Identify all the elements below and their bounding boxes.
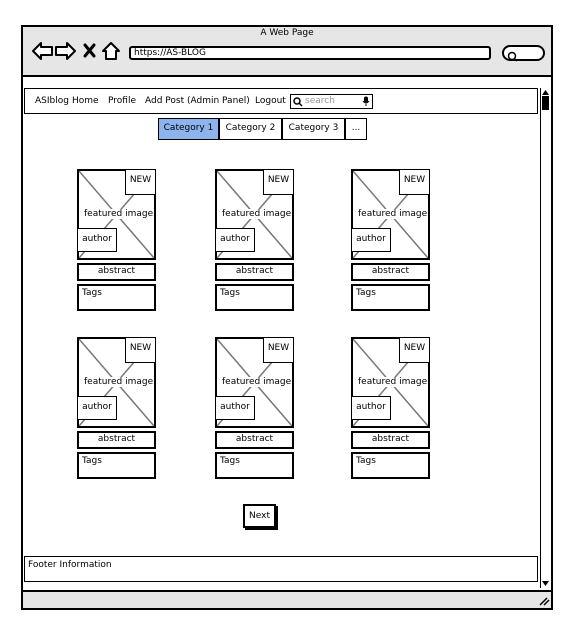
author-label[interactable]: author xyxy=(215,396,255,420)
featured-image-label: featured image xyxy=(83,377,155,387)
search-icon xyxy=(507,51,518,62)
search-icon xyxy=(293,97,303,107)
next-button[interactable]: Next xyxy=(243,504,276,528)
featured-image-label: featured image xyxy=(83,209,155,219)
nav-home[interactable]: Home xyxy=(72,96,99,106)
footer: Footer Information xyxy=(24,556,538,582)
scroll-down-icon[interactable] xyxy=(541,580,550,587)
tab-category-1[interactable]: Category 1 xyxy=(158,118,219,140)
tab-category-3[interactable]: Category 3 xyxy=(282,118,345,140)
author-label[interactable]: author xyxy=(77,396,117,420)
author-label[interactable]: author xyxy=(351,396,391,420)
featured-image-label: featured image xyxy=(221,377,293,387)
browser-statusbar xyxy=(23,590,551,608)
tab-more[interactable]: ... xyxy=(345,118,367,140)
tags-box: Tags xyxy=(215,452,294,479)
vertical-scrollbar[interactable] xyxy=(540,88,551,588)
abstract-box: abstract xyxy=(215,263,294,281)
window-title: A Web Page xyxy=(260,28,314,38)
author-label[interactable]: author xyxy=(215,228,255,252)
new-badge: NEW xyxy=(399,337,430,363)
nav-profile[interactable]: Profile xyxy=(108,96,136,106)
new-badge: NEW xyxy=(399,169,430,195)
browser-search-field[interactable] xyxy=(502,45,545,62)
address-bar[interactable]: https://AS-BLOG xyxy=(129,46,491,60)
abstract-box: abstract xyxy=(351,431,430,449)
post-card[interactable]: NEW featured image author abstract Tags xyxy=(215,337,294,479)
featured-image-label: featured image xyxy=(357,209,429,219)
new-badge: NEW xyxy=(263,337,294,363)
search-placeholder: search xyxy=(305,96,335,106)
scroll-up-icon[interactable] xyxy=(541,89,550,96)
tags-box: Tags xyxy=(351,284,430,311)
tags-box: Tags xyxy=(77,284,156,311)
post-card[interactable]: NEW featured image author abstract Tags xyxy=(77,169,156,311)
footer-text: Footer Information xyxy=(28,560,112,570)
resize-grip-icon[interactable] xyxy=(538,596,550,606)
microphone-icon[interactable] xyxy=(362,96,370,107)
browser-controls xyxy=(32,42,120,60)
post-card[interactable]: NEW featured image author abstract Tags xyxy=(215,169,294,311)
abstract-box: abstract xyxy=(77,431,156,449)
home-icon[interactable] xyxy=(102,42,120,60)
featured-image-label: featured image xyxy=(357,377,429,387)
author-label[interactable]: author xyxy=(351,228,391,252)
forward-icon[interactable] xyxy=(55,42,76,60)
nav-add-post[interactable]: Add Post (Admin Panel) xyxy=(145,96,250,106)
tags-box: Tags xyxy=(351,452,430,479)
abstract-box: abstract xyxy=(215,431,294,449)
abstract-box: abstract xyxy=(77,263,156,281)
abstract-box: abstract xyxy=(351,263,430,281)
post-card[interactable]: NEW featured image author abstract Tags xyxy=(351,337,430,479)
back-icon[interactable] xyxy=(32,42,53,60)
tags-box: Tags xyxy=(77,452,156,479)
post-card[interactable]: NEW featured image author abstract Tags xyxy=(351,169,430,311)
new-badge: NEW xyxy=(125,337,156,363)
tab-category-2[interactable]: Category 2 xyxy=(219,118,282,140)
new-badge: NEW xyxy=(125,169,156,195)
scrollbar-thumb[interactable] xyxy=(542,96,549,110)
featured-image-label: featured image xyxy=(221,209,293,219)
author-label[interactable]: author xyxy=(77,228,117,252)
close-icon[interactable] xyxy=(83,43,96,58)
new-badge: NEW xyxy=(263,169,294,195)
post-card[interactable]: NEW featured image author abstract Tags xyxy=(77,337,156,479)
brand-link[interactable]: ASIblog xyxy=(35,96,69,106)
nav-logout[interactable]: Logout xyxy=(255,96,286,106)
tags-box: Tags xyxy=(215,284,294,311)
